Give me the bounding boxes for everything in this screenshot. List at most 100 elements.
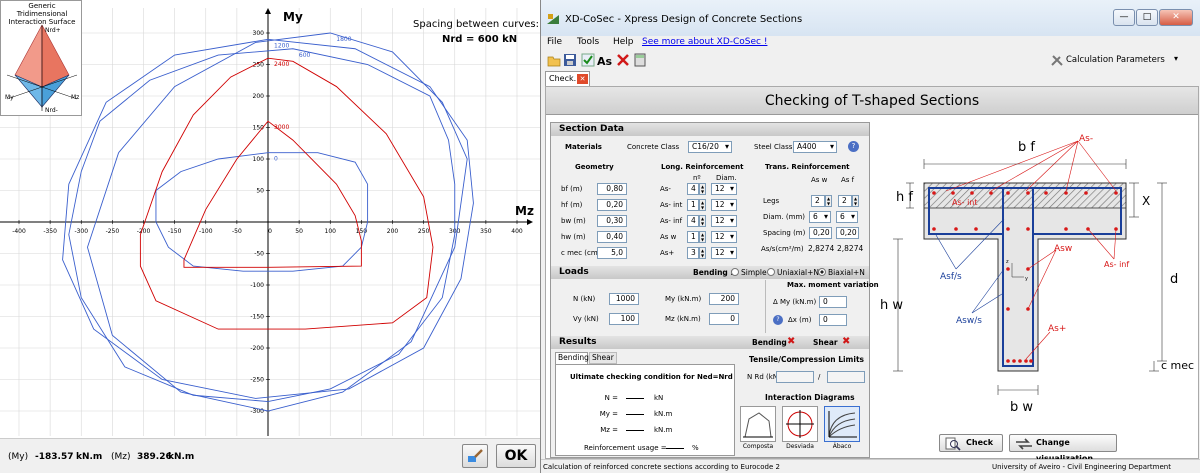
- long-row-spinner[interactable]: ▲ ▼: [699, 247, 706, 259]
- long-row-diameter[interactable]: 12: [711, 199, 737, 211]
- shear-fail-icon: ✖: [842, 336, 851, 347]
- result-row-unit: kN: [654, 394, 664, 402]
- n-input[interactable]: 1000: [609, 293, 639, 305]
- spacing-w-input[interactable]: 0,20: [809, 227, 832, 239]
- desviada-label: Desviada: [786, 443, 814, 450]
- long-row-diameter[interactable]: 12: [711, 247, 737, 259]
- delete-icon[interactable]: [616, 53, 630, 67]
- calculator-icon[interactable]: [633, 53, 647, 67]
- menu-tools[interactable]: Tools: [577, 37, 599, 47]
- radio-uniaxial[interactable]: [767, 268, 775, 276]
- long-row-count[interactable]: 4: [687, 183, 699, 195]
- about-link[interactable]: See more about XD-CoSec !: [642, 37, 767, 47]
- delta-my-input[interactable]: 0: [819, 296, 847, 308]
- result-row-unit: kN.m: [654, 410, 673, 418]
- app-icon: [547, 14, 559, 24]
- tensile-compression-title: Tensile/Compression Limits: [749, 355, 864, 364]
- vy-input[interactable]: 100: [609, 313, 639, 325]
- save-icon[interactable]: [563, 53, 577, 67]
- check-button[interactable]: Check: [939, 434, 1003, 452]
- diam-f-select[interactable]: 6: [836, 211, 858, 223]
- mz-input[interactable]: 0: [709, 313, 739, 325]
- delta-x-label: Δx (m): [788, 316, 812, 324]
- geometry-row-input[interactable]: 0,30: [597, 215, 627, 227]
- long-row-spinner[interactable]: ▲ ▼: [699, 183, 706, 195]
- check-icon[interactable]: [581, 53, 595, 67]
- axis-z-label: z: [1006, 259, 1009, 265]
- radio-biaxial[interactable]: [818, 268, 826, 276]
- long-row-spinner[interactable]: ▲ ▼: [699, 215, 706, 227]
- ok-button[interactable]: OK: [496, 444, 536, 468]
- legs-w-input[interactable]: 2: [811, 195, 825, 207]
- geometry-row-input[interactable]: 0,80: [597, 183, 627, 195]
- long-row-diameter[interactable]: 12: [711, 215, 737, 227]
- diagram-abaco-button[interactable]: [824, 406, 860, 442]
- diagram-composta-button[interactable]: [740, 406, 776, 442]
- steel-class-select[interactable]: A400: [793, 141, 837, 153]
- delta-x-input[interactable]: 0: [819, 314, 847, 326]
- xdcosec-window: XD-CoSec - Xpress Design of Concrete Sec…: [540, 0, 1200, 473]
- calculation-parameters-button[interactable]: Calculation Parameters: [1066, 55, 1165, 65]
- t-section-drawing: z y b f h f h w b w d X c mec As- As- in…: [880, 134, 1194, 415]
- geometry-row-input[interactable]: 0,20: [597, 199, 627, 211]
- menu-help[interactable]: Help: [613, 37, 634, 47]
- tab-bending[interactable]: Bending: [555, 352, 589, 364]
- long-row-count[interactable]: 1: [687, 199, 699, 211]
- close-tab-icon[interactable]: ✕: [577, 74, 588, 84]
- curve-label-0: 0: [274, 156, 278, 163]
- abaco-label: Ábaco: [832, 443, 852, 450]
- x-tick-label: 400: [511, 228, 523, 235]
- long-row-spinner[interactable]: ▲ ▼: [699, 199, 706, 211]
- close-button[interactable]: ✕: [1159, 9, 1193, 26]
- vy-label: Vy (kN): [573, 315, 599, 323]
- as-reinforcement-icon[interactable]: As: [597, 53, 613, 67]
- long-row-label: As-: [660, 185, 671, 193]
- y-tick-label: 100: [253, 156, 265, 163]
- open-folder-icon[interactable]: [547, 53, 561, 67]
- diagram-desviada-button[interactable]: [782, 406, 818, 442]
- menu-file[interactable]: File: [547, 37, 562, 47]
- bending-result-label: Bending: [752, 338, 787, 347]
- geometry-row-input[interactable]: 0,40: [597, 231, 627, 243]
- spacing-m-label: Spacing (m): [763, 229, 806, 237]
- long-row-count[interactable]: 3: [687, 247, 699, 259]
- coordinate-bar: (My) -183.57 kN.m (Mz) 389.26 kN.m OK: [0, 438, 540, 473]
- long-row-count[interactable]: 4: [687, 215, 699, 227]
- minimize-button[interactable]: —: [1113, 9, 1135, 26]
- results-header: Results: [559, 337, 597, 347]
- reinforcement-usage-label: Reinforcement usage =: [584, 444, 667, 452]
- legs-f-input[interactable]: 2: [838, 195, 852, 207]
- results-header-bar: Results Bending ✖ Shear ✖: [551, 336, 869, 349]
- status-left: Calculation of reinforced concrete secti…: [543, 463, 780, 471]
- spacing-f-input[interactable]: 0,20: [836, 227, 859, 239]
- change-visualization-button[interactable]: Change visualization: [1009, 434, 1117, 463]
- help-icon[interactable]: ?: [848, 141, 859, 152]
- mz-label: Mz (kN.m): [665, 315, 701, 323]
- info-icon[interactable]: ?: [773, 315, 783, 325]
- long-reinforcement-label: Long. Reinforcement: [661, 163, 744, 171]
- long-row-diameter[interactable]: 12: [711, 183, 737, 195]
- my-input[interactable]: 200: [709, 293, 739, 305]
- tab-shear[interactable]: Shear: [589, 352, 617, 364]
- y-axis-arrow: [265, 8, 271, 14]
- radio-simple[interactable]: [731, 268, 739, 276]
- result-row-label: Mz =: [600, 426, 618, 434]
- long-row-count[interactable]: 1: [687, 231, 699, 243]
- x-tick-label: 200: [387, 228, 399, 235]
- ultimate-condition-title: Ultimate checking condition for Ned=Nrd: [570, 373, 733, 381]
- tool-button[interactable]: [462, 444, 488, 468]
- geometry-row-label: bf (m): [561, 185, 583, 193]
- long-row-diameter[interactable]: 12: [711, 231, 737, 243]
- concrete-class-select[interactable]: C16/20: [688, 141, 732, 153]
- legs-f-spinner[interactable]: ▲ ▼: [852, 195, 859, 207]
- long-row-spinner[interactable]: ▲ ▼: [699, 231, 706, 243]
- geometry-row-input[interactable]: 5,0: [597, 247, 627, 259]
- diam-w-select[interactable]: 6: [809, 211, 831, 223]
- ratio-f-value: 2,8274: [837, 244, 864, 253]
- maximize-button[interactable]: □: [1136, 9, 1158, 26]
- d-label: d: [1170, 272, 1178, 287]
- curve-3000: [183, 120, 362, 268]
- curve-label-2400: 2400: [274, 61, 289, 68]
- chevron-down-icon[interactable]: ▾: [1174, 54, 1178, 63]
- legs-w-spinner[interactable]: ▲ ▼: [825, 195, 832, 207]
